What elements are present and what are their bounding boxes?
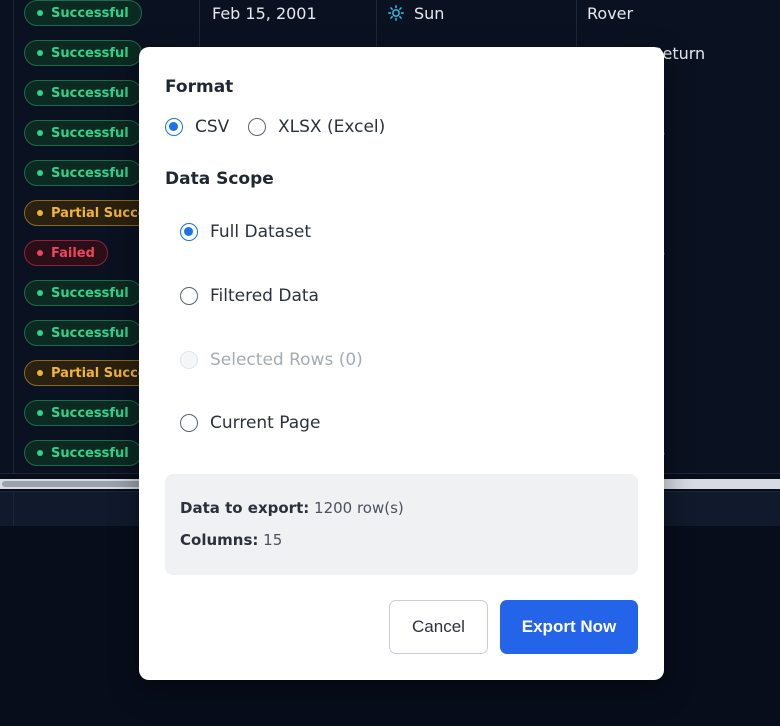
status-dot <box>37 170 43 176</box>
format-title: Format <box>165 77 234 97</box>
columns-summary-label: Columns: <box>180 531 259 549</box>
radio-filtered-data[interactable] <box>180 287 198 305</box>
format-option-csv[interactable]: CSV <box>165 117 229 137</box>
status-badge: Failed <box>24 240 108 266</box>
status-badge: Successful <box>24 440 142 466</box>
status-label: Successful <box>51 165 129 181</box>
status-dot <box>37 250 43 256</box>
launch-date: Feb 15, 2001 <box>212 3 317 23</box>
status-badge: Successful <box>24 0 142 26</box>
status-dot <box>37 130 43 136</box>
status-dot <box>37 330 43 336</box>
scope-option-label: Filtered Data <box>210 286 319 306</box>
status-label: Successful <box>51 285 129 301</box>
status-badge: Successful <box>24 120 142 146</box>
radio-xlsx[interactable] <box>248 118 266 136</box>
status-label: Successful <box>51 125 129 141</box>
status-badge: Successful <box>24 280 142 306</box>
status-label: Successful <box>51 445 129 461</box>
status-label: Successful <box>51 45 129 61</box>
scope-option-selected: Selected Rows (0) <box>180 350 363 370</box>
columns-summary: Columns: 15 <box>180 531 282 549</box>
rows-summary: Data to export: 1200 row(s) <box>180 499 404 517</box>
cancel-button[interactable]: Cancel <box>389 600 488 654</box>
scope-option-current-page[interactable]: Current Page <box>180 413 320 433</box>
scope-option-label: Full Dataset <box>210 222 312 242</box>
columns-summary-value: 15 <box>263 531 283 549</box>
status-dot <box>37 290 43 296</box>
radio-full-dataset[interactable] <box>180 223 198 241</box>
radio-selected-rows <box>180 351 198 369</box>
status-dot <box>37 210 43 216</box>
data-scope-title: Data Scope <box>165 169 274 189</box>
export-summary: Data to export: 1200 row(s) Columns: 15 <box>165 474 638 575</box>
status-dot <box>37 10 43 16</box>
status-dot <box>37 90 43 96</box>
status-badge: Successful <box>24 320 142 346</box>
format-option-label: CSV <box>195 117 230 137</box>
rows-summary-value: 1200 row(s) <box>314 499 404 517</box>
radio-csv[interactable] <box>165 118 183 136</box>
sun-icon <box>388 5 404 21</box>
status-dot <box>37 450 43 456</box>
scope-option-filtered[interactable]: Filtered Data <box>180 286 319 306</box>
format-option-xlsx[interactable]: XLSX (Excel) <box>248 117 385 137</box>
status-label: Successful <box>51 405 129 421</box>
status-dot <box>37 370 43 376</box>
scope-option-label: Current Page <box>210 413 321 433</box>
table-row[interactable]: Successful Feb 15, 2001 Sun Rover <box>0 0 780 34</box>
status-label: Successful <box>51 85 129 101</box>
scope-option-label: Selected Rows (0) <box>210 350 363 370</box>
format-option-label: XLSX (Excel) <box>278 117 386 137</box>
status-badge: Successful <box>24 80 142 106</box>
target-label: Sun <box>414 3 445 23</box>
scope-option-full[interactable]: Full Dataset <box>180 222 311 242</box>
scrollbar-thumb[interactable] <box>2 481 140 487</box>
export-dialog: Format CSV XLSX (Excel) Data Scope Full … <box>139 47 664 680</box>
status-badge: Successful <box>24 160 142 186</box>
radio-current-page[interactable] <box>180 414 198 432</box>
status-badge: Successful <box>24 400 142 426</box>
status-dot <box>37 50 43 56</box>
target-cell: Sun <box>388 0 444 33</box>
status-label: Successful <box>51 325 129 341</box>
status-label: Failed <box>51 245 95 261</box>
status-label: Successful <box>51 5 129 21</box>
status-dot <box>37 410 43 416</box>
export-now-button[interactable]: Export Now <box>500 600 638 654</box>
mission-type: Rover <box>587 3 634 23</box>
rows-summary-label: Data to export: <box>180 499 310 517</box>
status-badge: Successful <box>24 40 142 66</box>
